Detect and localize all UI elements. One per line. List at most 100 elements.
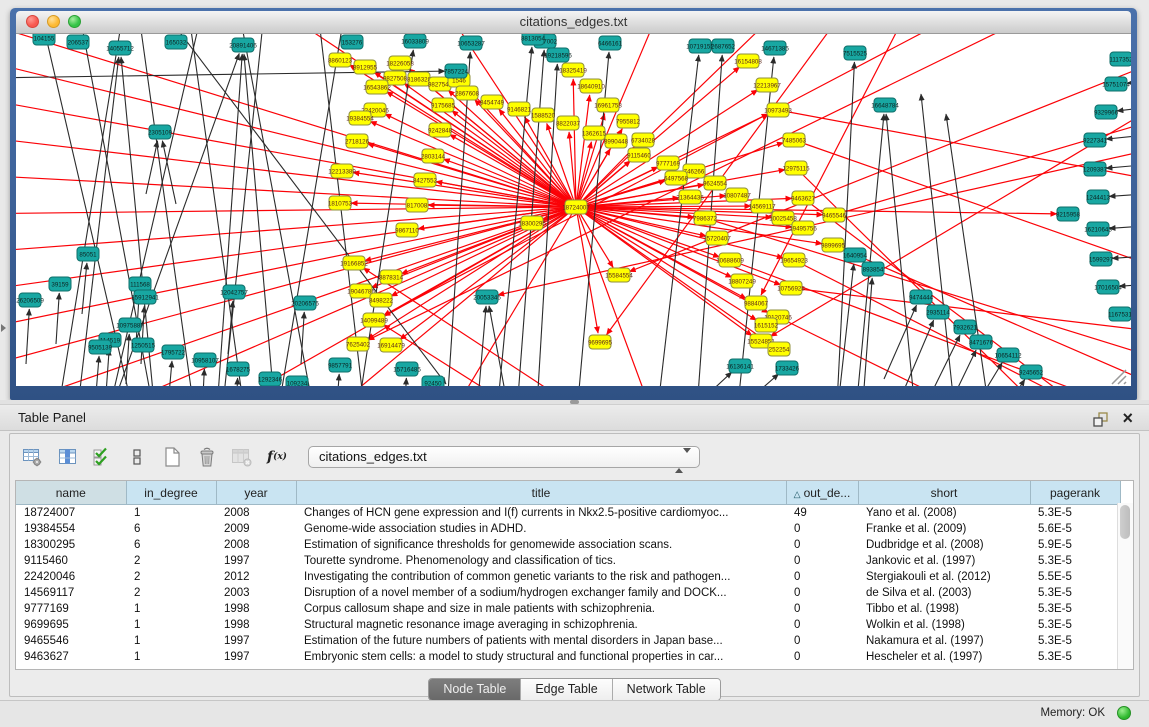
graph-node[interactable]: 20891406 bbox=[229, 38, 257, 52]
network-svg[interactable]: 1872400788601238912955182260589827508818… bbox=[16, 34, 1131, 386]
network-canvas[interactable]: 1872400788601238912955182260589827508818… bbox=[16, 34, 1131, 386]
table-cell[interactable]: 0 bbox=[786, 601, 858, 617]
table-cell[interactable]: Jankovic et al. (1997) bbox=[858, 553, 1030, 569]
graph-node[interactable]: 92450 bbox=[422, 376, 444, 386]
table-row[interactable]: 946362711997Embryonic stem cells: a mode… bbox=[16, 649, 1120, 665]
graph-node[interactable]: 2935114 bbox=[926, 305, 950, 319]
graph-node[interactable]: 16914479 bbox=[377, 338, 405, 352]
graph-node[interactable]: 16648784 bbox=[871, 98, 899, 112]
graph-node[interactable]: 7986372 bbox=[693, 211, 718, 225]
table-cell[interactable]: 2008 bbox=[216, 537, 296, 553]
graph-edge[interactable] bbox=[106, 349, 109, 386]
table-cell[interactable]: Dudbridge et al. (2008) bbox=[858, 537, 1030, 553]
table-cell[interactable]: 1 bbox=[126, 617, 216, 633]
graph-node[interactable]: 18640910 bbox=[577, 79, 605, 93]
graph-edge[interactable] bbox=[576, 207, 656, 386]
table-cell[interactable]: 18724007 bbox=[16, 505, 126, 522]
graph-node[interactable]: 1810753 bbox=[328, 196, 353, 210]
graph-node[interactable]: 19218596 bbox=[544, 48, 572, 62]
graph-node[interactable]: 8912955 bbox=[353, 60, 378, 74]
table-cell[interactable]: Nakamura et al. (1997) bbox=[858, 633, 1030, 649]
graph-edge[interactable] bbox=[26, 309, 29, 364]
table-cell[interactable]: 5.3E-5 bbox=[1030, 633, 1120, 649]
graph-node[interactable]: 9474444 bbox=[909, 290, 934, 304]
table-cell[interactable]: 5.3E-5 bbox=[1030, 617, 1120, 633]
graph-node[interactable]: 16136141 bbox=[726, 359, 754, 373]
canvas-resize-grip[interactable] bbox=[1112, 370, 1126, 384]
show-hide-columns-icon[interactable] bbox=[55, 446, 79, 468]
graph-node[interactable]: 12213389 bbox=[328, 164, 356, 178]
graph-node[interactable]: 10807487 bbox=[723, 188, 751, 202]
graph-edge[interactable] bbox=[136, 34, 196, 386]
table-cell[interactable]: 1997 bbox=[216, 633, 296, 649]
table-cell[interactable]: Investigating the contribution of common… bbox=[296, 569, 786, 585]
graph-edge[interactable] bbox=[951, 350, 976, 386]
graph-node[interactable]: 17016504 bbox=[1094, 280, 1122, 294]
graph-node[interactable]: 8215958 bbox=[1056, 207, 1081, 221]
table-row[interactable]: 946554611997Estimation of the future num… bbox=[16, 633, 1120, 649]
graph-edge[interactable] bbox=[16, 134, 576, 207]
minimize-window-button[interactable] bbox=[47, 15, 60, 28]
graph-node[interactable]: 12975115 bbox=[782, 161, 810, 175]
table-cell[interactable]: 2 bbox=[126, 569, 216, 585]
graph-node[interactable]: 165032 bbox=[165, 35, 187, 49]
graph-node[interactable]: 16543862 bbox=[363, 80, 391, 94]
maximize-window-button[interactable] bbox=[68, 15, 81, 28]
graph-node[interactable]: 2305109 bbox=[148, 125, 173, 139]
graph-node[interactable]: 10973493 bbox=[764, 103, 792, 117]
table-cell[interactable]: 5.3E-5 bbox=[1030, 553, 1120, 569]
table-cell[interactable]: 19384554 bbox=[16, 521, 126, 537]
graph-node[interactable]: 104155 bbox=[33, 34, 55, 45]
table-cell[interactable]: Changes of HCN gene expression and I(f) … bbox=[296, 505, 786, 522]
graph-node[interactable]: 14055712 bbox=[106, 41, 134, 55]
graph-node[interactable]: 18807249 bbox=[728, 274, 756, 288]
graph-node[interactable]: 8822037 bbox=[556, 116, 581, 130]
graph-node[interactable]: 18325419 bbox=[559, 63, 587, 77]
graph-node[interactable]: 893854 bbox=[862, 262, 884, 276]
graph-node[interactable]: 8454749 bbox=[480, 95, 505, 109]
graph-node[interactable]: 7955812 bbox=[616, 114, 641, 128]
table-row[interactable]: 1830029562008Estimation of significance … bbox=[16, 537, 1120, 553]
graph-node[interactable]: 7625402 bbox=[346, 337, 371, 351]
table-cell[interactable]: 2009 bbox=[216, 521, 296, 537]
graph-node[interactable]: 9884067 bbox=[744, 296, 769, 310]
table-cell[interactable]: Hescheler et al. (1997) bbox=[858, 649, 1030, 665]
memory-indicator-icon[interactable] bbox=[1117, 706, 1131, 720]
table-cell[interactable]: Estimation of the future numbers of pati… bbox=[296, 633, 786, 649]
graph-node[interactable]: 14671385 bbox=[761, 41, 789, 55]
graph-node[interactable]: 1167531 bbox=[1108, 307, 1131, 321]
graph-node[interactable]: 7485063 bbox=[782, 133, 807, 147]
graph-node[interactable]: 9465546 bbox=[822, 208, 847, 222]
graph-node[interactable]: 8471676 bbox=[969, 335, 994, 349]
table-cell[interactable]: 5.3E-5 bbox=[1030, 505, 1120, 522]
table-cell[interactable]: 9463627 bbox=[16, 649, 126, 665]
graph-node[interactable]: 1250515 bbox=[131, 338, 156, 352]
table-cell[interactable]: Embryonic stem cells: a model to study s… bbox=[296, 649, 786, 665]
graph-node[interactable]: 6466161 bbox=[598, 36, 623, 50]
graph-node[interactable]: 18300295 bbox=[518, 216, 546, 230]
tab-edge-table[interactable]: Edge Table bbox=[520, 679, 611, 700]
table-cell[interactable]: Stergiakouli et al. (2012) bbox=[858, 569, 1030, 585]
graph-edge[interactable] bbox=[16, 174, 576, 207]
graph-node[interactable]: 14099489 bbox=[360, 313, 388, 327]
clear-selection-icon[interactable] bbox=[125, 446, 149, 468]
graph-node[interactable]: 19384554 bbox=[346, 111, 374, 125]
close-panel-icon[interactable]: × bbox=[1122, 406, 1133, 430]
graph-edge[interactable] bbox=[82, 263, 87, 314]
graph-node[interactable]: 19495756 bbox=[789, 221, 817, 235]
graph-node[interactable]: 8990448 bbox=[604, 134, 629, 148]
graph-edge[interactable] bbox=[886, 114, 913, 386]
table-cell[interactable]: 18300295 bbox=[16, 537, 126, 553]
table-cell[interactable]: 5.6E-5 bbox=[1030, 521, 1120, 537]
graph-node[interactable]: 9463627 bbox=[791, 191, 816, 205]
graph-node[interactable]: 16033809 bbox=[401, 34, 429, 48]
scrollbar-thumb[interactable] bbox=[1120, 505, 1130, 539]
graph-edge[interactable] bbox=[36, 34, 136, 386]
graph-node[interactable]: 15584554 bbox=[605, 268, 633, 282]
table-row[interactable]: 1938455462009Genome-wide association stu… bbox=[16, 521, 1120, 537]
graph-edge[interactable] bbox=[353, 172, 576, 207]
table-row[interactable]: 1872400712008Changes of HCN gene express… bbox=[16, 505, 1120, 522]
graph-node[interactable]: 8878314 bbox=[379, 270, 404, 284]
table-cell[interactable]: 5.9E-5 bbox=[1030, 537, 1120, 553]
table-row[interactable]: 977716911998Corpus callosum shape and si… bbox=[16, 601, 1120, 617]
